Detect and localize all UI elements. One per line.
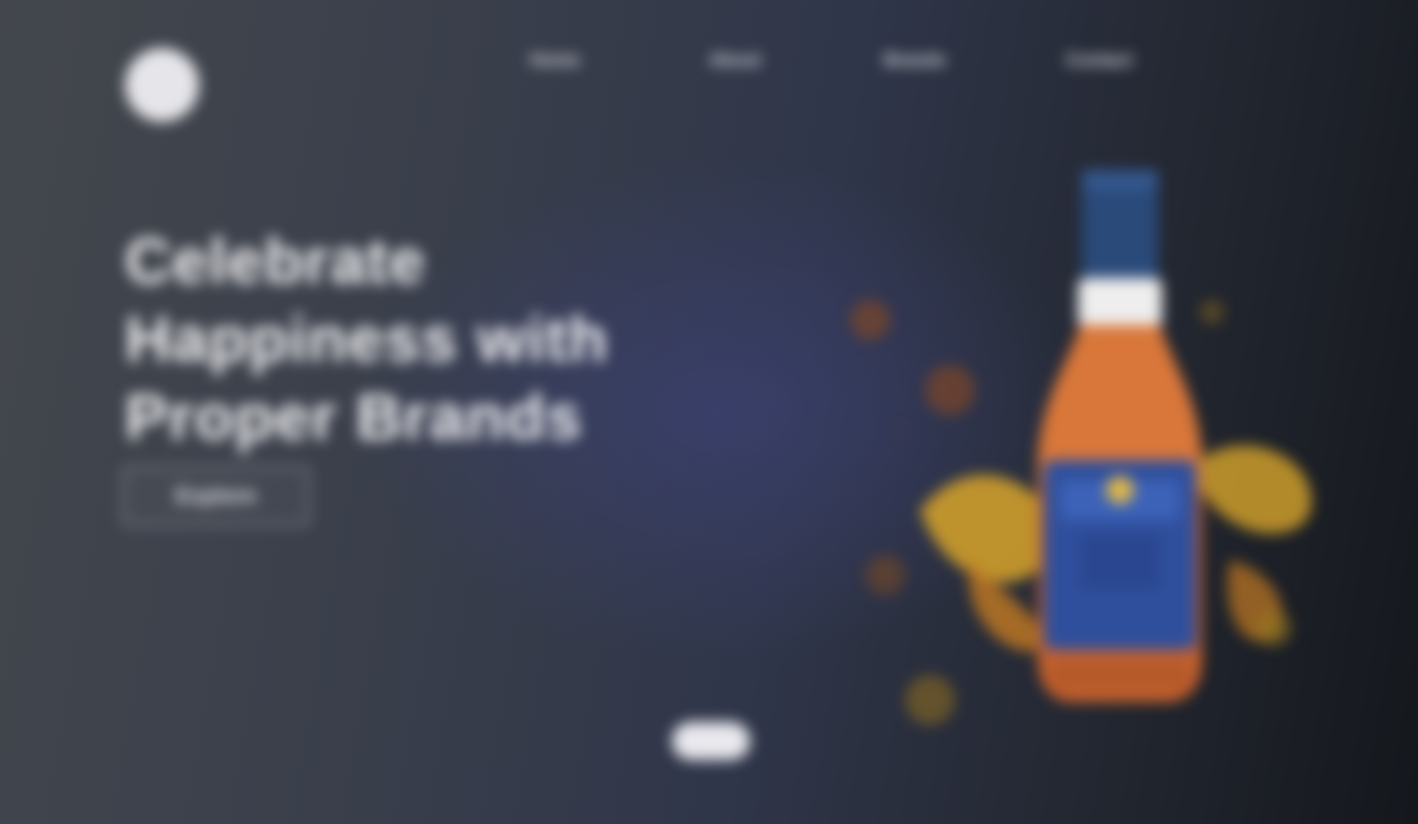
splash-drop-2-icon — [925, 365, 975, 415]
splash-drop-1-icon — [850, 300, 890, 340]
hero-page: Home About Brands Contact Celebrate Happ… — [0, 0, 1418, 824]
main-nav: Home About Brands Contact — [500, 46, 1158, 74]
hero-title-line-1: Celebrate — [125, 225, 426, 297]
scroll-pill-icon[interactable] — [672, 722, 750, 760]
nav-link-home[interactable]: Home — [500, 46, 610, 74]
hero-title-line-2: Happiness with — [125, 303, 609, 375]
blurred-layer: Home About Brands Contact Celebrate Happ… — [0, 0, 1418, 824]
explore-button[interactable]: Explore — [122, 466, 310, 526]
hero-title-line-3: Proper Brands — [125, 381, 583, 453]
nav-link-brands[interactable]: Brands — [860, 46, 970, 74]
nav-link-contact[interactable]: Contact — [1040, 46, 1158, 74]
hero-title: Celebrate Happiness with Proper Brands — [125, 222, 685, 456]
splash-drop-3-icon — [865, 555, 905, 595]
splash-drop-5-icon — [1255, 610, 1291, 646]
nav-link-about[interactable]: About — [680, 46, 790, 74]
splash-drop-4-icon — [905, 675, 955, 725]
liquor-bottle-icon — [1038, 170, 1202, 702]
logo-circle-icon[interactable] — [125, 48, 199, 122]
